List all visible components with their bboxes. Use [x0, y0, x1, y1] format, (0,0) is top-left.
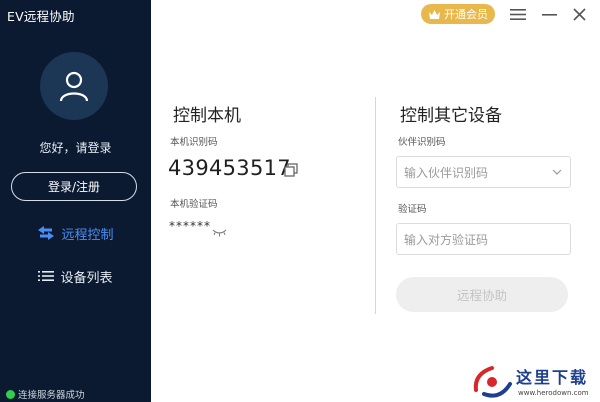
local-code-value: ******	[169, 219, 211, 233]
user-icon	[59, 71, 89, 102]
local-id-value: 439453517	[168, 156, 291, 180]
nav-item-label: 远程控制	[61, 227, 114, 243]
copy-icon	[284, 163, 298, 177]
menu-button[interactable]	[507, 4, 529, 24]
vip-label: 开通会员	[444, 8, 488, 21]
copy-button[interactable]	[284, 162, 298, 181]
list-icon	[38, 271, 55, 281]
crown-icon	[429, 9, 440, 19]
minimize-button[interactable]	[538, 4, 560, 24]
login-register-button[interactable]: 登录/注册	[11, 172, 137, 201]
avatar[interactable]	[40, 52, 108, 120]
minimize-icon	[541, 13, 557, 16]
partner-id-placeholder: 输入伙伴识别码	[404, 165, 489, 180]
toggle-visibility-button[interactable]	[212, 222, 227, 241]
swap-arrows-icon	[38, 226, 55, 240]
connection-status: 连接服务器成功	[6, 387, 85, 401]
watermark-text: 这里下载	[516, 368, 589, 387]
verify-code-label: 验证码	[398, 204, 427, 215]
status-text: 连接服务器成功	[18, 390, 85, 401]
watermark-url: www.herodown.com	[518, 389, 589, 397]
close-icon	[572, 7, 586, 21]
remote-assist-button[interactable]: 远程协助	[396, 277, 568, 312]
nav-item-label: 设备列表	[60, 270, 113, 286]
app-title: EV远程协助	[7, 9, 75, 24]
status-dot-icon	[6, 389, 15, 399]
local-control-title: 控制本机	[173, 106, 241, 126]
verify-code-placeholder: 输入对方验证码	[404, 232, 489, 247]
local-code-label: 本机验证码	[170, 199, 218, 210]
vip-button[interactable]: 开通会员	[421, 4, 495, 24]
sidebar: EV远程协助 您好，请登录 登录/注册 远程控制 设备列表 连接服务器成功	[0, 0, 151, 402]
nav-item-device-list[interactable]: 设备列表	[0, 263, 151, 289]
local-id-label: 本机识别码	[170, 137, 218, 148]
chevron-down-icon[interactable]	[552, 168, 562, 176]
greeting-text: 您好，请登录	[39, 141, 112, 155]
nav-item-remote-control[interactable]: 远程控制	[0, 220, 151, 246]
eye-closed-icon	[212, 229, 227, 237]
section-divider	[375, 97, 376, 314]
hamburger-icon	[510, 8, 526, 20]
close-button[interactable]	[568, 4, 590, 24]
verify-code-input[interactable]: 输入对方验证码	[396, 223, 571, 255]
remote-control-title: 控制其它设备	[400, 106, 502, 126]
partner-id-label: 伙伴识别码	[398, 137, 446, 148]
partner-id-input[interactable]: 输入伙伴识别码	[396, 156, 571, 188]
